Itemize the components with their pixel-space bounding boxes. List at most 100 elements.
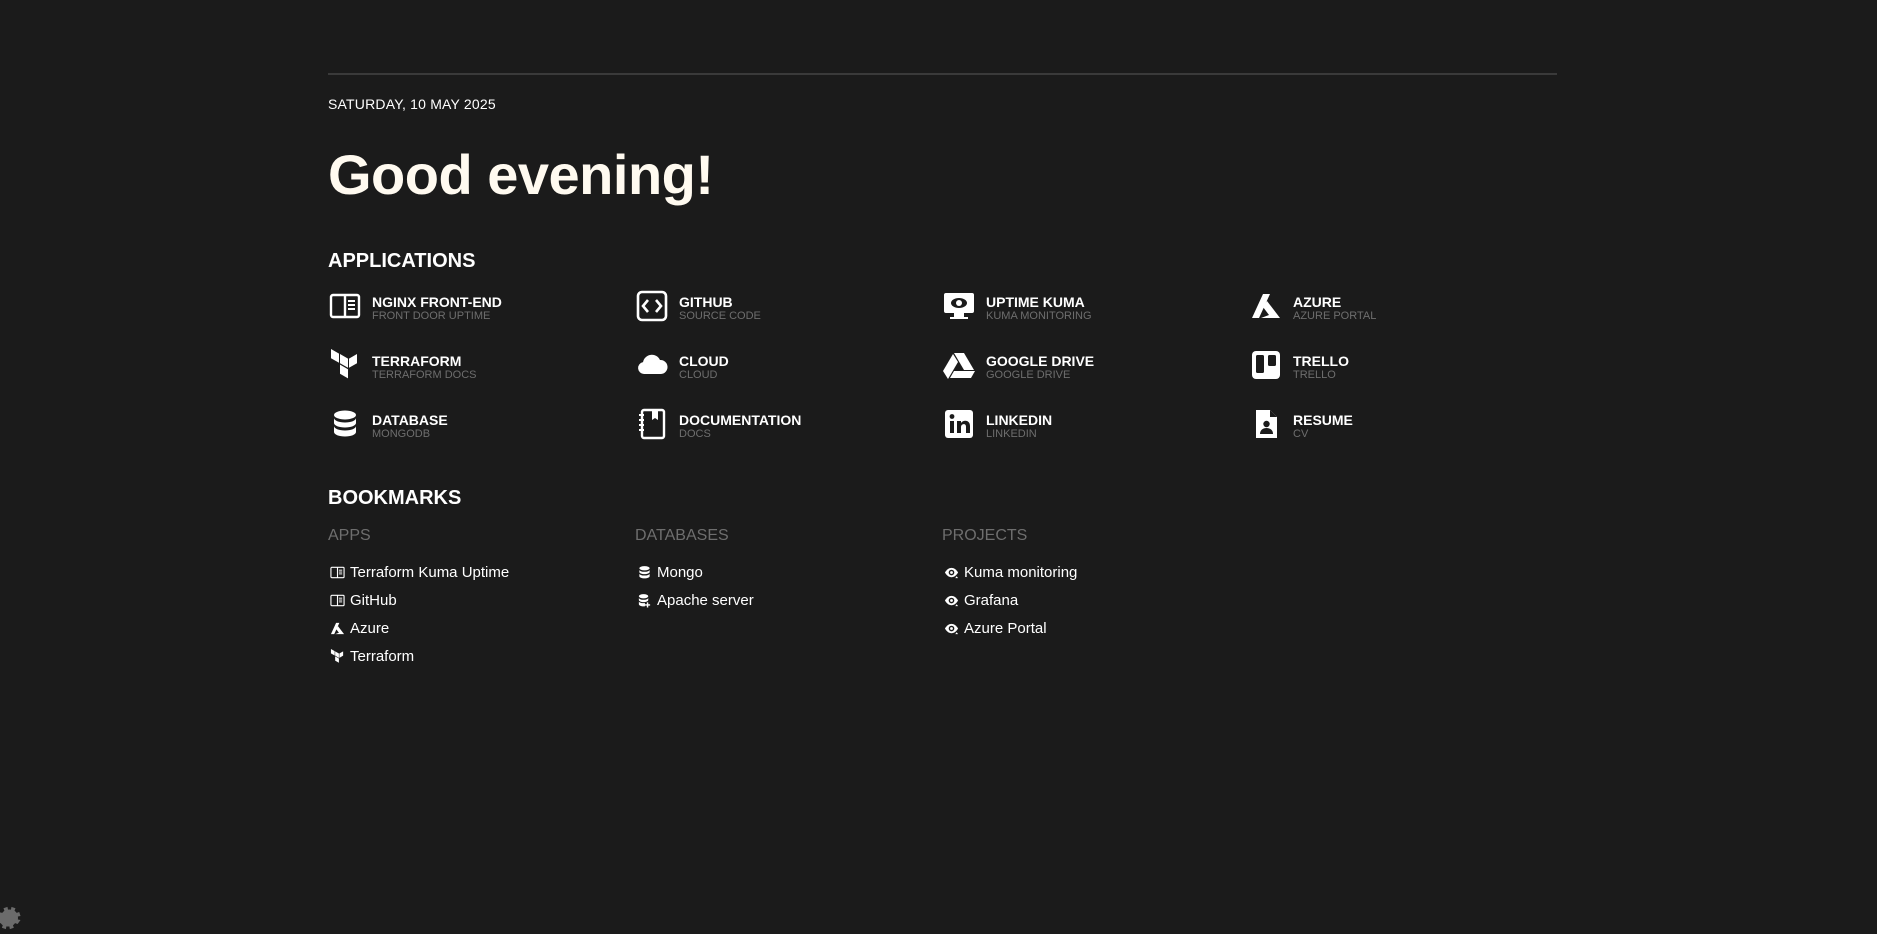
app-name: NGINX FRONT-END: [372, 294, 502, 310]
app-text: LINKEDIN LINKEDIN: [986, 407, 1052, 441]
app-description: CLOUD: [679, 369, 718, 381]
bookmark-label: GitHub: [350, 591, 397, 609]
bookmark-group-apps: APPS Terraform Kuma Uptime GitHub Azure Terr…: [328, 526, 635, 670]
monitor-eye-icon: [942, 289, 976, 323]
app-name: DATABASE: [372, 412, 448, 428]
app-text: DOCUMENTATION DOCS: [679, 407, 801, 441]
terraform-icon: [328, 648, 346, 664]
app-text: NGINX FRONT-END FRONT DOOR UPTIME: [372, 289, 502, 323]
app-text: CLOUD CLOUD: [679, 348, 729, 382]
app-name: TRELLO: [1293, 353, 1349, 369]
google-drive-icon: [942, 348, 976, 382]
bookmark-group-title: PROJECTS: [942, 527, 1028, 544]
app-description: AZURE PORTAL: [1293, 310, 1377, 322]
bookmark-label: Terraform Kuma Uptime: [350, 563, 510, 581]
bookmark-link[interactable]: Azure Portal: [942, 614, 1249, 642]
app-description: FRONT DOOR UPTIME: [372, 310, 491, 322]
bookmark-group-databases: DATABASES Mongo Apache server: [635, 526, 942, 670]
app-name: UPTIME KUMA: [986, 294, 1085, 310]
app-text: GITHUB SOURCE CODE: [679, 289, 761, 323]
app-description: CV: [1293, 428, 1309, 440]
bookmark-link[interactable]: Azure: [328, 614, 635, 642]
cloud-icon: [635, 348, 669, 382]
bookmarks-grid: APPS Terraform Kuma Uptime GitHub Azure Terr…: [328, 526, 1249, 670]
trello-icon: [1249, 348, 1283, 382]
app-tile-terraform[interactable]: TERRAFORM TERRAFORM DOCS: [328, 348, 635, 407]
app-name: RESUME: [1293, 412, 1353, 428]
bookmark-label: Terraform: [350, 647, 415, 665]
app-tile-cloud[interactable]: CLOUD CLOUD: [635, 348, 942, 407]
bookmarks-heading: BOOKMARKS: [328, 487, 462, 509]
app-name: GITHUB: [679, 294, 733, 310]
app-tile-database[interactable]: DATABASE MONGODB: [328, 407, 635, 466]
database-icon: [328, 407, 362, 441]
bookmark-group-projects: PROJECTS Kuma monitoring Grafana Azure Port…: [942, 526, 1249, 670]
app-tile-linkedin[interactable]: LINKEDIN LINKEDIN: [942, 407, 1249, 466]
top-divider: [328, 73, 1557, 75]
database-icon: [635, 564, 653, 580]
app-name: GOOGLE DRIVE: [986, 353, 1095, 369]
app-text: TRELLO TRELLO: [1293, 348, 1349, 382]
resume-icon: [1249, 407, 1283, 441]
bookmark-label: Apache server: [657, 591, 754, 609]
bookmark-link[interactable]: Kuma monitoring: [942, 558, 1249, 586]
terraform-icon: [328, 348, 362, 382]
bookmark-label: Azure Portal: [964, 619, 1047, 637]
azure-icon: [328, 620, 346, 636]
app-tile-google-drive[interactable]: GOOGLE DRIVE GOOGLE DRIVE: [942, 348, 1249, 407]
app-text: GOOGLE DRIVE GOOGLE DRIVE: [986, 348, 1094, 382]
current-date: SATURDAY, 10 MAY 2025: [328, 96, 496, 112]
greeting-heading: Good evening!: [328, 143, 714, 206]
applications-heading: APPLICATIONS: [328, 250, 476, 272]
app-name: DOCUMENTATION: [679, 412, 802, 428]
app-tile-nginx-front-end[interactable]: NGINX FRONT-END FRONT DOOR UPTIME: [328, 289, 635, 348]
book-open-icon: [328, 592, 346, 608]
bookmark-label: Kuma monitoring: [964, 563, 1078, 581]
app-name: CLOUD: [679, 353, 729, 369]
app-name: LINKEDIN: [986, 412, 1053, 428]
app-description: GOOGLE DRIVE: [986, 369, 1071, 381]
bookmark-label: Grafana: [964, 591, 1019, 609]
book-open-icon: [328, 289, 362, 323]
app-description: SOURCE CODE: [679, 310, 761, 322]
database-plus-icon: [635, 592, 653, 608]
settings-gear-icon[interactable]: [0, 902, 24, 934]
app-text: AZURE AZURE PORTAL: [1293, 289, 1376, 323]
app-tile-resume[interactable]: RESUME CV: [1249, 407, 1556, 466]
applications-grid: NGINX FRONT-END FRONT DOOR UPTIME GITHUB SO…: [328, 289, 1557, 466]
bookmark-link[interactable]: Grafana: [942, 586, 1249, 614]
app-description: TRELLO: [1293, 369, 1336, 381]
app-tile-trello[interactable]: TRELLO TRELLO: [1249, 348, 1556, 407]
azure-icon: [1249, 289, 1283, 323]
app-tile-azure[interactable]: AZURE AZURE PORTAL: [1249, 289, 1556, 348]
app-description: TERRAFORM DOCS: [372, 369, 477, 381]
bookmark-group-title: APPS: [328, 527, 371, 544]
app-text: TERRAFORM TERRAFORM DOCS: [372, 348, 477, 382]
bookmark-link[interactable]: Terraform Kuma Uptime: [328, 558, 635, 586]
app-text: DATABASE MONGODB: [372, 407, 448, 441]
eye-refresh-icon: [942, 592, 960, 608]
app-name: AZURE: [1293, 294, 1342, 310]
bookmark-link[interactable]: GitHub: [328, 586, 635, 614]
app-description: DOCS: [679, 428, 711, 440]
linkedin-icon: [942, 407, 976, 441]
bookmark-link[interactable]: Terraform: [328, 642, 635, 670]
app-description: MONGODB: [372, 428, 431, 440]
bookmark-link[interactable]: Mongo: [635, 558, 942, 586]
app-text: UPTIME KUMA KUMA MONITORING: [986, 289, 1092, 323]
app-tile-uptime-kuma[interactable]: UPTIME KUMA KUMA MONITORING: [942, 289, 1249, 348]
notebook-icon: [635, 407, 669, 441]
bookmark-label: Azure: [350, 619, 390, 637]
bookmark-group-title: DATABASES: [635, 527, 729, 544]
bookmark-label: Mongo: [657, 563, 703, 581]
bookmark-link[interactable]: Apache server: [635, 586, 942, 614]
app-tile-github[interactable]: GITHUB SOURCE CODE: [635, 289, 942, 348]
eye-refresh-icon: [942, 620, 960, 636]
eye-refresh-icon: [942, 564, 960, 580]
app-description: LINKEDIN: [986, 428, 1037, 440]
app-name: TERRAFORM: [372, 353, 462, 369]
app-text: RESUME CV: [1293, 407, 1353, 441]
app-description: KUMA MONITORING: [986, 310, 1092, 322]
app-tile-documentation[interactable]: DOCUMENTATION DOCS: [635, 407, 942, 466]
book-open-icon: [328, 564, 346, 580]
